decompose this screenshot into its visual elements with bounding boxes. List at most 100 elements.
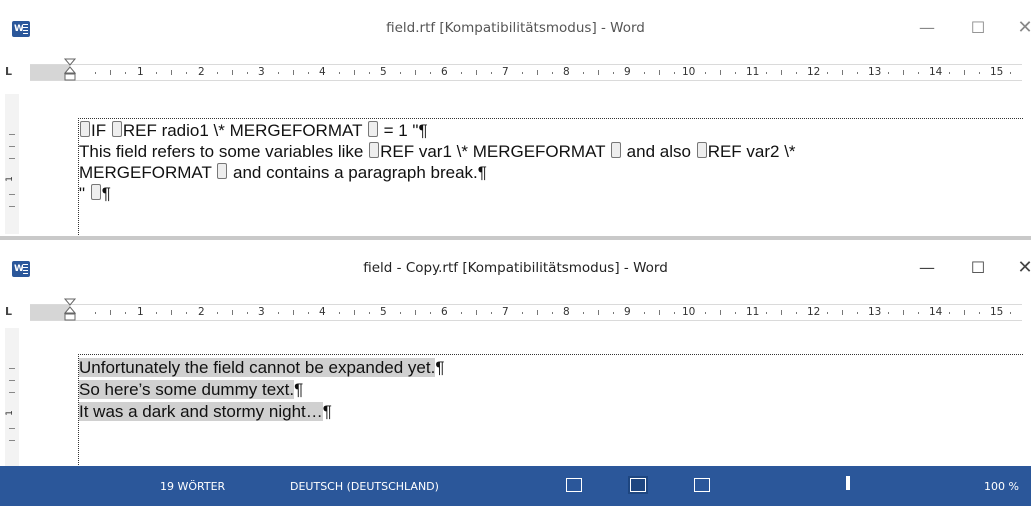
status-bar: 19 WÖRTER DEUTSCH (DEUTSCHLAND) 100 % bbox=[0, 466, 1031, 506]
ruler-tick bbox=[1010, 72, 1011, 74]
document-page[interactable]: Unfortunately the field cannot be expand… bbox=[78, 354, 1023, 467]
ruler-label: 1 bbox=[137, 66, 144, 78]
ruler-label: 12 bbox=[807, 306, 821, 318]
web-layout-icon[interactable] bbox=[694, 478, 710, 492]
word-window-1: W field.rtf [Kompatibilitätsmodus] - Wor… bbox=[0, 0, 1031, 237]
doc-text: and contains a paragraph break.¶ bbox=[228, 163, 487, 182]
vertical-ruler[interactable]: 1 bbox=[5, 94, 19, 234]
ruler-tick bbox=[918, 312, 919, 314]
ruler-tick bbox=[247, 312, 248, 314]
ruler-label: 12 bbox=[807, 66, 821, 78]
ruler-tick bbox=[369, 72, 370, 74]
vruler-tick bbox=[9, 440, 15, 441]
field-code-text: = 1 "¶ bbox=[378, 121, 428, 140]
ruler-tick bbox=[827, 72, 828, 74]
document-page[interactable]: IF REF radio1 \* MERGEFORMAT = 1 "¶ This… bbox=[78, 118, 1023, 237]
field-code-text: REF var2 \* bbox=[707, 142, 796, 161]
ruler-tick bbox=[613, 312, 614, 314]
ruler-tick bbox=[842, 70, 843, 75]
vruler-label: 1 bbox=[4, 410, 15, 416]
ruler-label: 7 bbox=[502, 306, 509, 318]
ruler-tick bbox=[583, 72, 584, 74]
doc-line-2[interactable]: This field refers to some variables like… bbox=[79, 142, 796, 162]
doc-text: This field refers to some variables like bbox=[79, 142, 369, 161]
maximize-icon[interactable]: ☐ bbox=[963, 14, 993, 42]
minimize-icon[interactable]: — bbox=[912, 254, 942, 282]
ruler-tick bbox=[674, 312, 675, 314]
ruler-label: 15 bbox=[990, 66, 1004, 78]
field-code-text: " bbox=[79, 184, 90, 203]
ruler-tick bbox=[644, 312, 645, 314]
ruler-strip[interactable]: 1 2 3 4 5 6 7 8 9 10 11 12 13 14 15 bbox=[30, 304, 1022, 321]
maximize-icon[interactable]: ☐ bbox=[963, 254, 993, 282]
vruler-tick bbox=[9, 206, 15, 207]
ruler-tick bbox=[552, 312, 553, 314]
ruler-tick bbox=[125, 72, 126, 74]
ruler-tick bbox=[598, 310, 599, 315]
doc-text: ¶ bbox=[101, 184, 111, 203]
ruler-label: 13 bbox=[868, 306, 882, 318]
tab-selector-icon[interactable]: L bbox=[5, 306, 17, 318]
ruler-tick bbox=[461, 312, 462, 314]
ruler-tick bbox=[766, 72, 767, 74]
doc-line-1[interactable]: Unfortunately the field cannot be expand… bbox=[79, 358, 444, 378]
doc-line-3[interactable]: It was a dark and stormy night…¶ bbox=[79, 402, 332, 422]
ruler-tick bbox=[430, 312, 431, 314]
window-title: field.rtf [Kompatibilitätsmodus] - Word bbox=[386, 20, 645, 36]
field-result-text: It was a dark and stormy night… bbox=[79, 402, 323, 421]
title-bar[interactable]: W field - Copy.rtf [Kompatibilitätsmodus… bbox=[0, 240, 1031, 298]
ruler-tick bbox=[857, 72, 858, 74]
ruler-tick bbox=[308, 312, 309, 314]
ruler-label: 10 bbox=[682, 306, 696, 318]
title-bar[interactable]: W field.rtf [Kompatibilitätsmodus] - Wor… bbox=[0, 0, 1031, 58]
ruler-label: 1 bbox=[137, 306, 144, 318]
horizontal-ruler[interactable]: L 1 2 3 4 5 6 7 8 9 10 11 12 13 14 15 bbox=[0, 298, 1031, 328]
ruler-tick bbox=[171, 310, 172, 315]
vruler-tick bbox=[9, 158, 15, 159]
doc-line-1[interactable]: IF REF radio1 \* MERGEFORMAT = 1 "¶ bbox=[79, 121, 428, 141]
ruler-tick bbox=[964, 310, 965, 315]
ruler-label: 6 bbox=[441, 66, 448, 78]
ruler-tick bbox=[278, 312, 279, 314]
indent-marker-icon[interactable] bbox=[64, 298, 76, 322]
vruler-tick bbox=[9, 428, 15, 429]
zoom-slider[interactable] bbox=[846, 476, 850, 490]
ruler-tick bbox=[278, 72, 279, 74]
ruler-tick bbox=[705, 72, 706, 74]
language-indicator[interactable]: DEUTSCH (DEUTSCHLAND) bbox=[290, 480, 439, 493]
ruler-tick bbox=[979, 312, 980, 314]
ruler-tick bbox=[232, 70, 233, 75]
ruler-tick bbox=[842, 310, 843, 315]
ruler-strip[interactable]: 1 2 3 4 5 6 7 8 9 10 11 12 13 14 15 bbox=[30, 64, 1022, 81]
word-count[interactable]: 19 WÖRTER bbox=[160, 480, 225, 493]
ruler-label: 11 bbox=[746, 66, 760, 78]
doc-line-2[interactable]: So here’s some dummy text.¶ bbox=[79, 380, 303, 400]
close-icon[interactable]: ✕ bbox=[1010, 254, 1031, 282]
field-brace-icon bbox=[90, 184, 101, 200]
vruler-tick bbox=[9, 194, 15, 195]
indent-marker-icon[interactable] bbox=[64, 58, 76, 82]
ruler-label: 10 bbox=[682, 66, 696, 78]
field-code-text: MERGEFORMAT bbox=[79, 163, 217, 182]
read-mode-icon[interactable] bbox=[566, 478, 582, 492]
close-icon[interactable]: ✕ bbox=[1010, 14, 1031, 42]
tab-selector-icon[interactable]: L bbox=[5, 66, 17, 78]
ruler-tick bbox=[949, 312, 950, 314]
horizontal-ruler[interactable]: L 1 2 3 4 5 6 7 8 9 10 11 12 13 14 15 bbox=[0, 58, 1031, 88]
ruler-label: 2 bbox=[198, 66, 205, 78]
ruler-tick bbox=[217, 72, 218, 74]
ruler-label: 9 bbox=[624, 66, 631, 78]
pilcrow: ¶ bbox=[294, 380, 304, 399]
vertical-ruler[interactable]: 1 bbox=[5, 328, 19, 466]
print-layout-icon[interactable] bbox=[628, 476, 648, 494]
zoom-level[interactable]: 100 % bbox=[984, 480, 1019, 493]
doc-line-4[interactable]: " ¶ bbox=[79, 184, 111, 204]
ruler-label: 13 bbox=[868, 66, 882, 78]
vruler-tick bbox=[9, 380, 15, 381]
minimize-icon[interactable]: — bbox=[912, 14, 942, 42]
ruler-label: 3 bbox=[258, 306, 265, 318]
ruler-tick bbox=[293, 310, 294, 315]
doc-line-3[interactable]: MERGEFORMAT and contains a paragraph bre… bbox=[79, 163, 487, 183]
ruler-tick bbox=[339, 72, 340, 74]
ruler-tick bbox=[110, 70, 111, 75]
